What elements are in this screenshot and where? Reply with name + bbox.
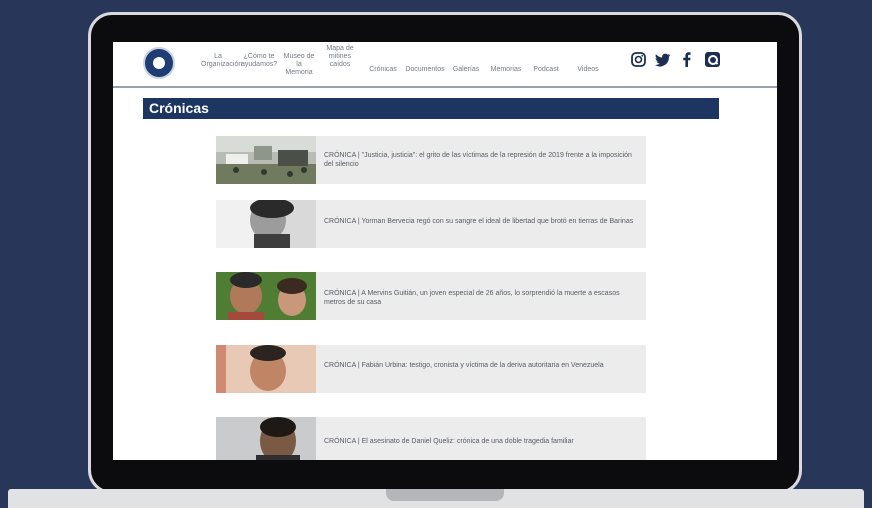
article-thumbnail[interactable]: [216, 417, 316, 460]
article-card[interactable]: CRÓNICA | "Justicia, justicia": el grito…: [216, 136, 646, 184]
nav-item-organizacion[interactable]: La Organización: [201, 53, 242, 69]
twitter-icon[interactable]: [655, 52, 671, 71]
section-title: Crónicas: [149, 100, 209, 116]
nav-item-podcast[interactable]: Podcast: [531, 66, 561, 74]
nav-item-videos[interactable]: Videos: [575, 66, 601, 74]
article-card[interactable]: CRÓNICA | A Mervins Guitián, un joven es…: [216, 272, 646, 320]
nav-divider: [113, 86, 777, 88]
article-card[interactable]: CRÓNICA | El asesinato de Daniel Queliz:…: [216, 417, 646, 460]
nav-item-documentos[interactable]: Documentos: [405, 66, 445, 74]
article-title[interactable]: CRÓNICA | "Justicia, justicia": el grito…: [324, 151, 640, 169]
nav-item-memorias[interactable]: Memorias: [489, 66, 523, 74]
nav-item-museo[interactable]: Museo de la Memoria: [282, 53, 316, 77]
nav-item-mapa[interactable]: Mapa de mitines caídos: [323, 45, 357, 69]
organization-logo[interactable]: [143, 47, 175, 79]
article-title[interactable]: CRÓNICA | Fabián Urbina: testigo, cronis…: [324, 361, 640, 370]
section-header: Crónicas: [143, 98, 719, 119]
article-thumbnail[interactable]: [216, 136, 316, 184]
article-title[interactable]: CRÓNICA | Yorman Bervecia regó con su sa…: [324, 217, 640, 226]
article-thumbnail[interactable]: [216, 272, 316, 320]
article-title[interactable]: CRÓNICA | El asesinato de Daniel Queliz:…: [324, 437, 640, 446]
browser-screen: La Organización ¿Cómo te ayudamos? Museo…: [113, 42, 777, 460]
nav-item-cronicas[interactable]: Crónicas: [368, 66, 398, 74]
facebook-icon[interactable]: [682, 52, 691, 71]
nav-item-ayudamos[interactable]: ¿Cómo te ayudamos?: [241, 53, 277, 69]
top-navigation: La Organización ¿Cómo te ayudamos? Museo…: [113, 42, 777, 86]
article-card[interactable]: CRÓNICA | Yorman Bervecia regó con su sa…: [216, 200, 646, 248]
article-thumbnail[interactable]: [216, 200, 316, 248]
article-card[interactable]: CRÓNICA | Fabián Urbina: testigo, cronis…: [216, 345, 646, 393]
article-thumbnail[interactable]: [216, 345, 316, 393]
laptop-notch: [386, 489, 504, 501]
search-icon[interactable]: [705, 52, 720, 67]
nav-item-galerias[interactable]: Galerías: [451, 66, 481, 74]
instagram-icon[interactable]: [631, 52, 646, 71]
article-title[interactable]: CRÓNICA | A Mervins Guitián, un joven es…: [324, 289, 640, 307]
